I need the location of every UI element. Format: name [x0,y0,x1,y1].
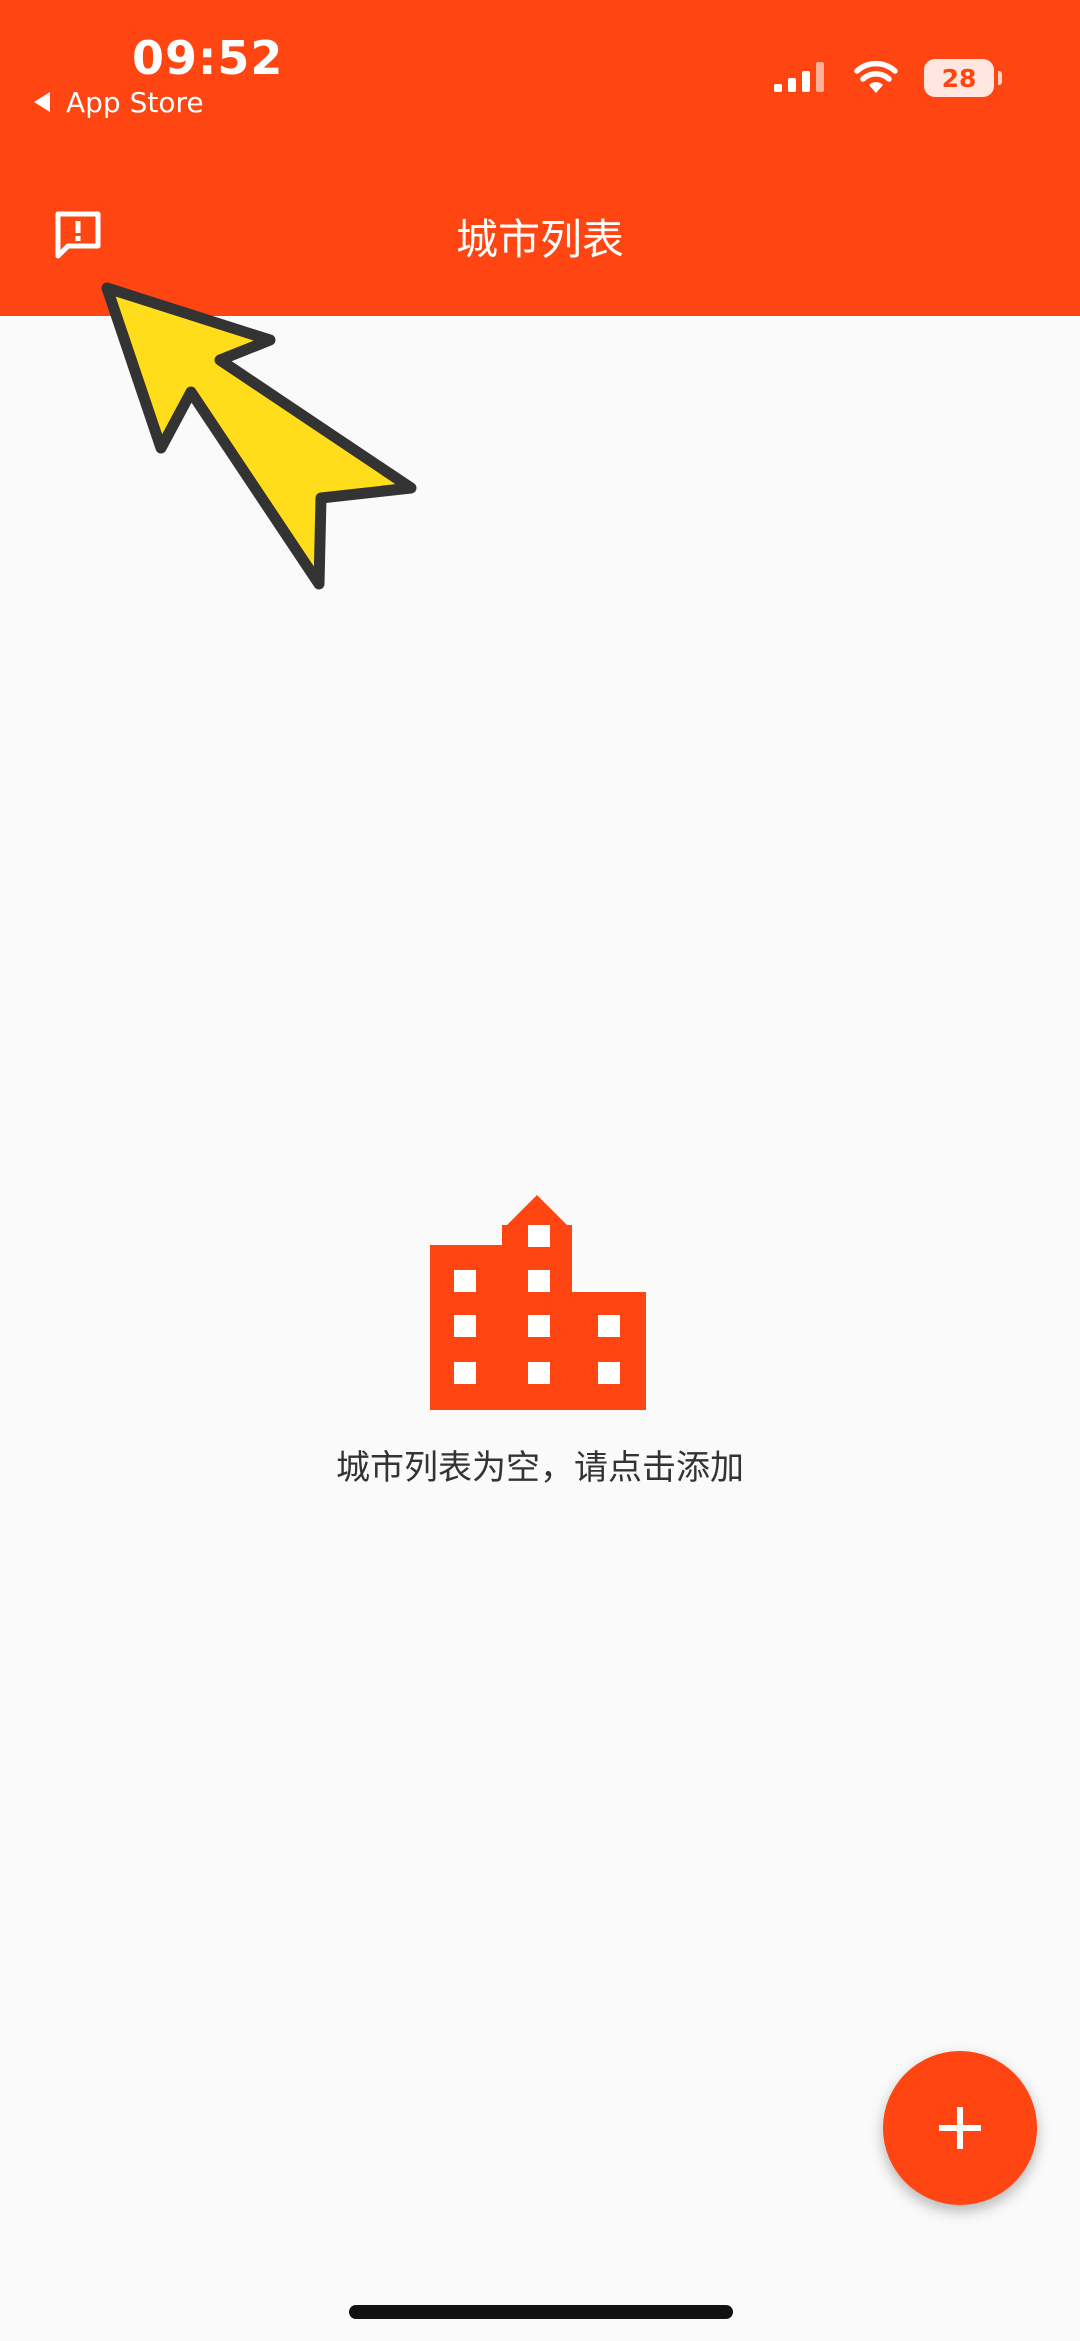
wifi-icon [854,60,898,93]
back-to-app-store-link[interactable]: App Store [34,82,204,122]
battery-level: 28 [941,63,977,93]
building-icon [430,1185,646,1410]
app-header: 09:52 App Store 28 城市列表 [0,0,1080,316]
home-indicator[interactable] [349,2305,733,2319]
battery-tip [998,71,1002,85]
back-triangle-icon [34,92,50,112]
back-app-label: App Store [66,85,204,119]
add-city-button[interactable] [883,2051,1037,2205]
page-title: 城市列表 [455,215,624,264]
cellular-signal-icon [774,62,824,92]
annotation-arrow-icon [101,282,417,590]
empty-state-message: 城市列表为空，请点击添加 [336,1448,744,1488]
screen: 09:52 App Store 28 城市列表 城市列表为空，请点击添加 [0,0,1080,2341]
status-icons: 28 [774,58,1002,98]
plus-icon [939,2107,981,2149]
status-time: 09:52 [132,31,284,85]
battery-indicator: 28 [924,59,1002,97]
